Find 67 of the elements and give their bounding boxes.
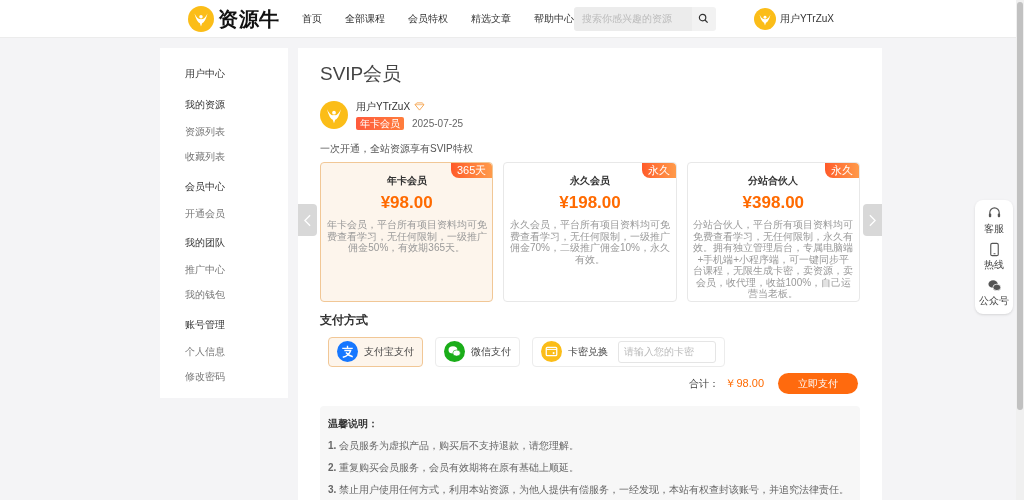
- avatar-icon: [188, 5, 214, 32]
- sidebar-heading[interactable]: 用户中心: [185, 66, 288, 81]
- nav-link[interactable]: 全部课程: [344, 11, 385, 26]
- tagline: 一次开通，全站资源享有SVIP特权: [320, 141, 474, 156]
- note-text: 1. 会员服务为虚拟产品，购买后不支持退款，请您理解。: [328, 438, 581, 453]
- nav-link[interactable]: 会员特权: [407, 11, 448, 26]
- toolbar-link[interactable]: 热线: [984, 242, 1004, 272]
- toolbar-link[interactable]: 客服: [984, 206, 1004, 236]
- chat-bubbles-icon: [444, 341, 465, 362]
- sidebar-heading[interactable]: 我的团队: [185, 235, 288, 251]
- note-text: 2. 重复购买会员服务，会员有效期将在原有基础上顺延。: [328, 460, 581, 475]
- note-text: 3. 禁止用户使用任何方式，利用本站资源，为他人提供有偿服务，一经发现，本站有权查封该账号，并追究法律责任。: [328, 482, 851, 497]
- card-code-field[interactable]: 请输入您的卡密: [618, 340, 716, 363]
- search-icon: [698, 13, 710, 24]
- plan-description: 年卡会员，平台所有项目资料均可免费查看学习，无任何限制，一级推广佣金50%，有效期365天。: [326, 219, 488, 254]
- sidebar-heading[interactable]: 账号管理: [185, 316, 288, 332]
- chevron-left-icon: [304, 213, 311, 227]
- plan-tag: 永久: [825, 162, 859, 178]
- sidebar-item[interactable]: 推广中心: [185, 262, 288, 278]
- member-badge: 年卡会员: [356, 116, 404, 130]
- logo-text: 资源牛: [218, 6, 280, 32]
- plan-name: 年卡会员: [386, 173, 427, 188]
- notes-title: 温馨说明：: [328, 416, 379, 431]
- avatar-icon: [320, 100, 348, 129]
- nav-link[interactable]: 精选文章: [470, 11, 511, 26]
- sidebar-item[interactable]: 收藏列表: [185, 149, 288, 165]
- payment-option[interactable]: 卡密兑换 请输入您的卡密: [532, 336, 725, 367]
- alipay-icon: [337, 341, 358, 362]
- payment-option[interactable]: 支付宝支付: [328, 336, 423, 367]
- search-button[interactable]: [691, 6, 716, 31]
- nav-link[interactable]: 首页: [301, 11, 322, 26]
- plan-description: 分站合伙人，平台所有项目资料均可免费查看学习，无任何限制，永久有效。拥有独立管理后台，专属电脑端+手机端+小程序端，可一键同步平台课程，无限生成卡密，卖资源，卖会员，收代理，收益100%，自己运营当老板。: [692, 219, 854, 300]
- plan-description: 永久会员，平台所有项目资料均可免费查看学习，无任何限制，一级推广佣金70%，二级推广佣金10%，永久有效。: [509, 219, 671, 265]
- plan-name: 分站合伙人: [748, 173, 799, 188]
- member-date: 2025-07-25: [412, 116, 464, 131]
- prev-button[interactable]: [298, 204, 317, 236]
- avatar-icon: [753, 7, 776, 30]
- user-name[interactable]: 用户YTrZuX: [779, 11, 834, 26]
- plan-price: ¥398.00: [742, 191, 805, 214]
- plan-price: ¥98.00: [380, 191, 433, 214]
- section-title: 支付方式: [320, 311, 369, 329]
- total-label: 合计：: [689, 376, 720, 391]
- plan-tag: 永久: [641, 162, 676, 178]
- plan-card[interactable]: 365天 年卡会员 ¥98.00 年卡会员，平台所有项目资料均可免费查看学习，无任何限制，一级推广佣金50%，有效期365天。: [320, 161, 494, 302]
- toolbar-link[interactable]: 公众号: [979, 278, 1009, 308]
- card-icon: [541, 341, 562, 362]
- sidebar-item[interactable]: 我的钱包: [185, 287, 288, 303]
- plan-card[interactable]: 永久 分站合伙人 ¥398.00 分站合伙人，平台所有项目资料均可免费查看学习，无任何限制，永久有效。拥有独立管理后台，专属电脑端+手机端+小程序端，可一键同步平台课程，无限生成卡密，卖资源，卖会员，收代理，收益100%，自己运营当老板。: [686, 161, 860, 302]
- diamond-icon: [414, 101, 426, 111]
- plan-tag: 365天: [450, 162, 493, 178]
- sidebar-heading[interactable]: 我的资源: [185, 97, 288, 113]
- next-button[interactable]: [863, 204, 882, 236]
- chevron-right-icon: [869, 213, 876, 227]
- nav-link[interactable]: 帮助中心: [533, 11, 574, 26]
- total-amount: ￥98.00: [725, 375, 764, 391]
- user-name: 用户YTrZuX: [356, 99, 411, 114]
- page-title: SVIP会员: [320, 62, 403, 86]
- payment-option[interactable]: 微信支付: [435, 336, 520, 367]
- sidebar-item[interactable]: 开通会员: [185, 205, 288, 221]
- sidebar-item[interactable]: 资源列表: [185, 124, 288, 140]
- sidebar-item[interactable]: 修改密码: [185, 368, 288, 384]
- sidebar-item[interactable]: 个人信息: [185, 343, 288, 359]
- sidebar-heading[interactable]: 会员中心: [185, 178, 288, 194]
- chat-bubbles-icon: [986, 278, 1002, 293]
- plan-name: 永久会员: [570, 173, 610, 188]
- plan-card[interactable]: 永久 永久会员 ¥198.00 永久会员，平台所有项目资料均可免费查看学习，无任何限制，一级推广佣金70%，二级推广佣金10%，永久有效。: [503, 161, 677, 302]
- plan-price: ¥198.00: [559, 191, 621, 214]
